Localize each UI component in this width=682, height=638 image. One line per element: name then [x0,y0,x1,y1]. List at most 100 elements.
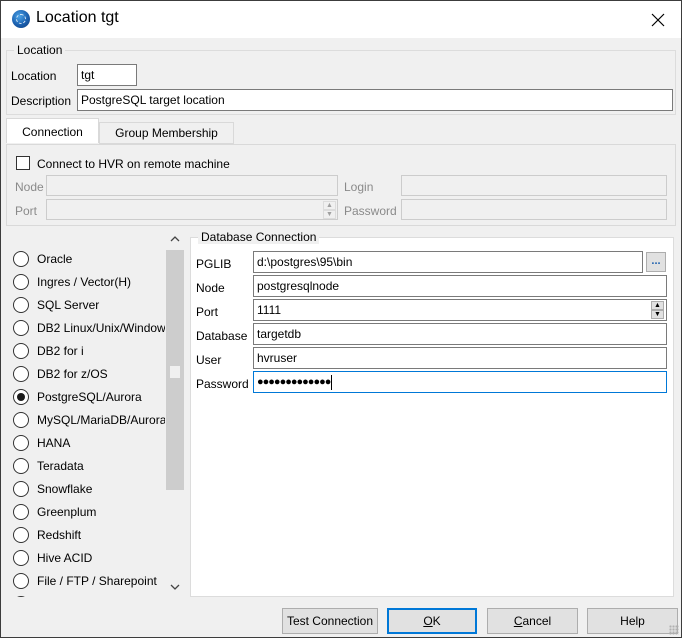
browse-button[interactable]: ... [646,252,666,272]
remote-login-input[interactable] [401,175,667,196]
class-option[interactable]: Snowflake [13,479,92,499]
class-list: Oracle Ingres / Vector(H) SQL Server DB2… [9,229,185,597]
remote-machine-label[interactable]: Connect to HVR on remote machine [37,157,230,171]
remote-machine-checkbox[interactable] [16,156,30,170]
radio-button[interactable] [13,573,29,589]
radio-button[interactable] [13,596,29,597]
class-option[interactable]: DB2 for z/OS [13,364,108,384]
radio-button[interactable] [13,527,29,543]
class-option-label: HANA [37,436,71,450]
remote-port-input[interactable] [46,199,338,220]
class-option-label: Ingres / Vector(H) [37,275,132,289]
pglib-label: PGLIB [196,257,232,271]
ok-button[interactable]: OK [387,608,477,634]
class-option[interactable]: MySQL/MariaDB/Aurora [13,410,166,430]
spin-up-arrow-icon[interactable]: ▲ [651,301,664,310]
spin-down-arrow-icon[interactable]: ▼ [651,310,664,319]
class-option[interactable]: SQL Server [13,295,99,315]
remote-login-label: Login [344,180,374,194]
radio-button[interactable] [13,435,29,451]
class-option[interactable]: Teradata [13,456,84,476]
ok-mnemonic: O [423,614,433,628]
port-label: Port [196,305,219,319]
radio-button[interactable] [13,343,29,359]
location-group-legend: Location [14,43,66,57]
test-connection-button[interactable]: Test Connection [282,608,378,634]
user-input[interactable]: hvruser [253,347,667,369]
radio-button[interactable] [13,412,29,428]
description-label: Description [11,94,72,108]
remote-port-spinner[interactable]: ▲ ▼ [323,201,336,219]
remote-port-label: Port [15,204,38,218]
class-option[interactable]: File / FTP / Sharepoint [13,571,157,591]
class-option-label: Teradata [37,459,84,473]
close-icon [651,13,665,26]
pglib-input[interactable]: d:\postgres\95\bin [253,251,643,273]
tab-group-membership[interactable]: Group Membership [99,122,234,144]
scroll-up-button[interactable] [165,229,185,249]
class-option[interactable]: Hive ACID [13,548,92,568]
location-name-input[interactable]: tgt [77,64,137,86]
class-list-scrollbar[interactable] [165,229,185,597]
class-option-selected[interactable]: PostgreSQL/Aurora [13,387,142,407]
radio-button[interactable] [13,274,29,290]
class-option-label: File / FTP / Sharepoint [37,574,157,588]
ok-label-rest: K [432,614,441,628]
spin-down-arrow-icon[interactable]: ▼ [323,210,336,219]
title-bar[interactable]: Location tgt [1,1,681,38]
text-caret [331,374,333,390]
tab-connection[interactable]: Connection [6,118,99,143]
class-option-label: DB2 for z/OS [37,367,108,381]
radio-button[interactable] [13,251,29,267]
window-title: Location tgt [36,9,119,26]
class-option[interactable]: DB2 Linux/Unix/Windows [13,318,172,338]
class-option-label: Redshift [37,528,82,542]
radio-button[interactable] [13,366,29,382]
remote-password-label: Password [344,204,397,218]
radio-button[interactable] [13,481,29,497]
radio-button-checked[interactable] [13,389,29,405]
cancel-button[interactable]: Cancel [487,608,578,634]
class-option-partial[interactable] [13,594,37,597]
password-input[interactable]: ●●●●●●●●●●●●● [253,371,667,393]
radio-button[interactable] [13,504,29,520]
port-spinner[interactable]: ▲ ▼ [651,301,664,319]
class-option-label: Greenplum [37,505,97,519]
class-option-label: DB2 Linux/Unix/Windows [37,321,172,335]
chevron-down-icon [170,584,180,590]
description-input[interactable]: PostgreSQL target location [77,89,673,111]
class-option[interactable]: Oracle [13,249,72,269]
class-option-label: Oracle [37,252,73,266]
cancel-label-rest: ancel [522,614,552,628]
remote-password-input[interactable] [401,199,667,220]
location-label: Location [11,69,57,83]
class-option[interactable]: Ingres / Vector(H) [13,272,131,292]
database-input[interactable]: targetdb [253,323,667,345]
class-option[interactable]: HANA [13,433,70,453]
help-button[interactable]: Help [587,608,678,634]
location-dialog: Location tgt Location Location tgt Descr… [0,0,682,638]
remote-node-input[interactable] [46,175,338,196]
radio-button[interactable] [13,458,29,474]
database-connection-legend: Database Connection [198,230,320,244]
close-button[interactable] [635,1,681,38]
database-label: Database [196,329,248,343]
radio-button[interactable] [13,320,29,336]
radio-button[interactable] [13,297,29,313]
chevron-up-icon [170,236,180,242]
scroll-thumb-grip [170,366,180,378]
class-option[interactable]: Greenplum [13,502,96,522]
port-input[interactable]: 1111 [253,299,667,321]
scroll-thumb[interactable] [166,250,184,490]
class-option[interactable]: Redshift [13,525,81,545]
spin-up-arrow-icon[interactable]: ▲ [323,201,336,210]
class-option-label: Snowflake [37,482,93,496]
class-option[interactable]: DB2 for i [13,341,84,361]
password-mask: ●●●●●●●●●●●●● [257,376,331,388]
scroll-down-button[interactable] [165,577,185,597]
radio-button[interactable] [13,550,29,566]
resize-grip-icon[interactable] [669,625,679,635]
class-option-label: SQL Server [37,298,100,312]
node-input[interactable]: postgresqlnode [253,275,667,297]
class-option-label: MySQL/MariaDB/Aurora [37,413,167,427]
